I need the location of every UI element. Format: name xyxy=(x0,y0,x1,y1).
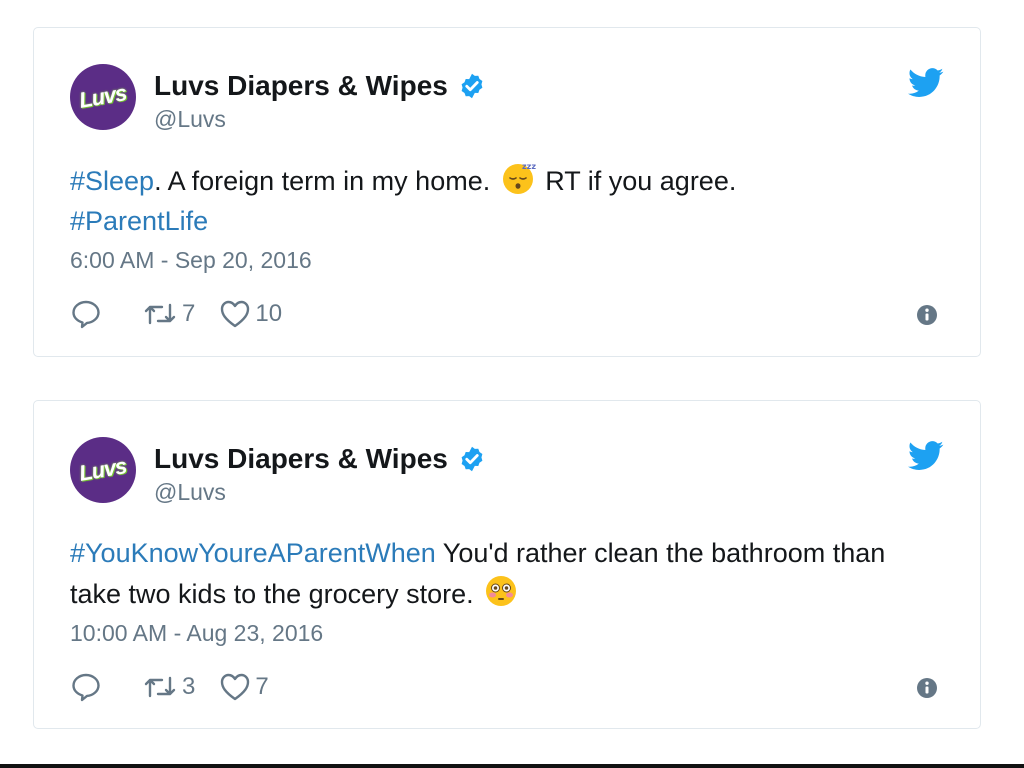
twitter-bird-icon[interactable] xyxy=(908,68,944,98)
hashtag-link[interactable]: #Sleep xyxy=(70,166,154,196)
heart-icon xyxy=(221,300,250,328)
tweet-text: #YouKnowYoureAParentWhen You'd rather cl… xyxy=(70,533,930,614)
tweet-text-part: . A foreign term in my home. xyxy=(154,166,498,196)
svg-text:zzz: zzz xyxy=(522,162,536,171)
author-name[interactable]: Luvs Diapers & Wipes xyxy=(154,70,448,102)
avatar-logo-text: Luvs xyxy=(77,453,129,486)
sleeping-face-emoji: zzz xyxy=(502,162,536,194)
retweet-count: 7 xyxy=(182,300,196,327)
hashtag-link[interactable]: #ParentLife xyxy=(70,206,208,236)
retweet-icon xyxy=(144,303,176,325)
flushed-face-emoji xyxy=(486,576,517,606)
tweet-actions: 3 7 xyxy=(70,671,269,703)
verified-badge-icon xyxy=(461,73,483,99)
info-icon[interactable] xyxy=(916,304,938,326)
retweet-count: 3 xyxy=(182,673,196,700)
reply-button[interactable] xyxy=(70,671,102,703)
author-row: Luvs Diapers & Wipes xyxy=(154,443,486,475)
retweet-button[interactable]: 7 xyxy=(142,299,195,329)
tweet-actions: 7 10 xyxy=(70,298,282,330)
tweet-card[interactable]: Luvs Luvs Diapers & Wipes @Luvs #YouKnow… xyxy=(33,400,981,729)
author-handle[interactable]: @Luvs xyxy=(154,106,226,133)
heart-icon xyxy=(221,673,250,701)
avatar[interactable]: Luvs xyxy=(70,437,136,503)
like-button[interactable]: 7 xyxy=(219,672,269,702)
reply-icon xyxy=(72,673,100,702)
retweet-icon xyxy=(144,676,176,698)
tweet-timestamp[interactable]: 6:00 AM - Sep 20, 2016 xyxy=(70,247,312,274)
bottom-border xyxy=(0,764,1024,768)
avatar-logo-text: Luvs xyxy=(77,80,129,113)
like-count: 10 xyxy=(255,300,283,327)
twitter-bird-icon[interactable] xyxy=(908,441,944,471)
author-row: Luvs Diapers & Wipes xyxy=(154,70,486,102)
tweet-text-part: RT if you agree. xyxy=(537,166,737,196)
like-count: 7 xyxy=(255,673,269,700)
reply-button[interactable] xyxy=(70,298,102,330)
info-icon[interactable] xyxy=(916,677,938,699)
avatar[interactable]: Luvs xyxy=(70,64,136,130)
reply-icon xyxy=(72,300,100,329)
author-name[interactable]: Luvs Diapers & Wipes xyxy=(154,443,448,475)
author-handle[interactable]: @Luvs xyxy=(154,479,226,506)
hashtag-link[interactable]: #YouKnowYoureAParentWhen xyxy=(70,538,436,568)
like-button[interactable]: 10 xyxy=(219,299,282,329)
retweet-button[interactable]: 3 xyxy=(142,672,195,702)
tweet-card[interactable]: Luvs Luvs Diapers & Wipes @Luvs #Sleep. … xyxy=(33,27,981,357)
verified-badge-icon xyxy=(461,446,483,472)
tweet-timestamp[interactable]: 10:00 AM - Aug 23, 2016 xyxy=(70,620,323,647)
tweet-text: #Sleep. A foreign term in my home. zzz R… xyxy=(70,160,930,241)
